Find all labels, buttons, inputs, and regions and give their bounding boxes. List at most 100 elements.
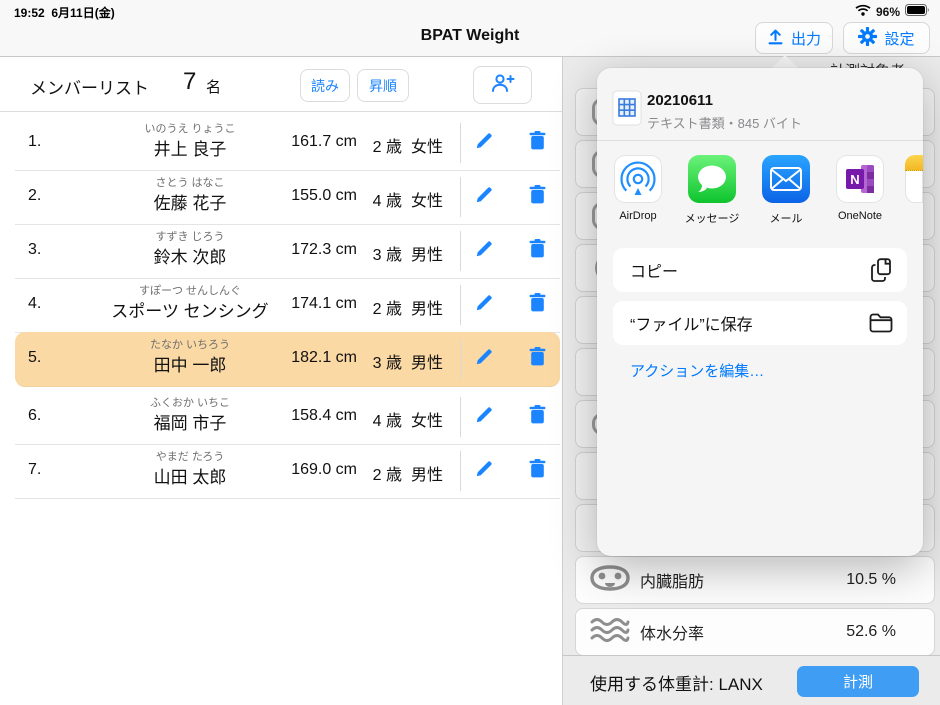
edit-actions-link[interactable]: アクションを編集… [630, 360, 764, 381]
trash-icon [529, 239, 546, 263]
share-target-label: OneNote [829, 210, 891, 222]
visceral-fat-icon [589, 564, 631, 597]
delete-member-button[interactable] [522, 290, 552, 320]
share-target-label: メール [755, 210, 817, 226]
edit-member-button[interactable] [469, 344, 499, 374]
member-height: 174.1 cm [257, 295, 357, 313]
messages-icon [688, 155, 736, 203]
delete-member-button[interactable] [522, 182, 552, 212]
delete-member-button[interactable] [522, 344, 552, 374]
member-height: 161.7 cm [257, 133, 357, 151]
status-date: 6月11日(金) [51, 6, 114, 20]
member-number: 2. [28, 187, 41, 205]
member-height: 172.3 cm [257, 241, 357, 259]
person-add-icon [491, 73, 515, 98]
member-gender: 女性 [405, 133, 443, 157]
battery-icon [905, 4, 930, 19]
member-age: 2 歳 [360, 295, 402, 319]
body-water-icon [590, 615, 630, 650]
trash-icon [529, 293, 546, 317]
status-time: 19:52 [14, 6, 45, 20]
share-target-airdrop[interactable]: AirDrop [607, 155, 669, 222]
share-file-meta: テキスト書類・845 バイト [647, 113, 802, 132]
trash-icon [529, 459, 546, 483]
notes-icon-top [905, 155, 923, 171]
delete-member-button[interactable] [522, 456, 552, 486]
trash-icon [529, 185, 546, 209]
notes-icon-partial[interactable] [905, 155, 923, 203]
measurement-label: 内臓脂肪 [640, 568, 704, 592]
member-count: 7 [183, 68, 196, 96]
row-divider [460, 177, 461, 217]
edit-member-button[interactable] [469, 236, 499, 266]
pencil-icon [475, 186, 493, 209]
measurement-value: 52.6 % [846, 623, 896, 641]
member-number: 1. [28, 133, 41, 151]
row-divider [460, 285, 461, 325]
member-row-7[interactable]: 7. やまだ たろう山田 太郎 169.0 cm 2 歳 男性 [15, 444, 560, 499]
member-row-5-selected[interactable]: 5. たなか いちろう田中 一郎 182.1 cm 3 歳 男性 [15, 332, 560, 387]
edit-member-button[interactable] [469, 456, 499, 486]
row-divider [460, 397, 461, 437]
svg-text:N: N [850, 172, 859, 187]
status-time-date: 19:52 6月11日(金) [14, 4, 115, 21]
sort-ascending-button[interactable]: 昇順 [357, 69, 409, 102]
edit-member-button[interactable] [469, 402, 499, 432]
member-gender: 女性 [405, 187, 443, 211]
delete-member-button[interactable] [522, 402, 552, 432]
app-window: 19:52 6月11日(金) 96% BPAT Weight 出力 設定 メンバ… [0, 0, 940, 705]
copy-action-row[interactable]: コピー [613, 248, 907, 292]
copy-icon [871, 258, 893, 282]
member-number: 3. [28, 241, 41, 259]
delete-member-button[interactable] [522, 236, 552, 266]
add-member-button[interactable] [473, 66, 532, 104]
delete-member-button[interactable] [522, 128, 552, 158]
member-age: 3 歳 [360, 241, 402, 265]
top-header: 19:52 6月11日(金) 96% BPAT Weight 出力 設定 [0, 0, 940, 57]
edit-member-button[interactable] [469, 182, 499, 212]
member-row-4[interactable]: 4. すぽーつ せんしんぐスポーツ センシング 174.1 cm 2 歳 男性 [15, 278, 560, 333]
share-sheet-popover: 20210611 テキスト書類・845 バイト AirDrop メッセージ メー… [597, 68, 923, 556]
member-list-header: メンバーリスト 7 名 読み 昇順 [0, 57, 562, 112]
edit-member-button[interactable] [469, 128, 499, 158]
airdrop-icon [614, 155, 662, 203]
popover-arrow [771, 55, 799, 69]
settings-button[interactable]: 設定 [843, 22, 930, 54]
pencil-icon [475, 294, 493, 317]
member-row-2[interactable]: 2. さとう はなこ佐藤 花子 155.0 cm 4 歳 女性 [15, 170, 560, 225]
member-number: 4. [28, 295, 41, 313]
share-target-label: AirDrop [607, 210, 669, 222]
member-row-1[interactable]: 1. いのうえ りょうこ井上 良子 161.7 cm 2 歳 女性 [15, 116, 560, 171]
export-button-label: 出力 [791, 28, 821, 49]
measure-button[interactable]: 計測 [797, 666, 919, 697]
member-row-3[interactable]: 3. すずき じろう鈴木 次郎 172.3 cm 3 歳 男性 [15, 224, 560, 279]
pencil-icon [475, 132, 493, 155]
battery-percent-label: 96% [876, 5, 900, 19]
export-button[interactable]: 出力 [755, 22, 833, 54]
row-divider [460, 339, 461, 379]
panel-divider [562, 56, 563, 705]
member-height: 182.1 cm [257, 349, 357, 367]
member-number: 5. [28, 349, 41, 367]
trash-icon [529, 405, 546, 429]
save-to-files-action-row[interactable]: “ファイル”に保存 [613, 301, 907, 345]
mail-icon [762, 155, 810, 203]
edit-member-button[interactable] [469, 290, 499, 320]
member-row-6[interactable]: 6. ふくおか いちこ福岡 市子 158.4 cm 4 歳 女性 [15, 390, 560, 445]
onenote-icon: N [836, 155, 884, 203]
trash-icon [529, 347, 546, 371]
share-file-name: 20210611 [647, 92, 713, 109]
share-target-onenote[interactable]: N OneNote [829, 155, 891, 222]
save-to-files-label: “ファイル”に保存 [630, 311, 753, 335]
share-target-mail[interactable]: メール [755, 155, 817, 226]
measurement-label: 体水分率 [640, 620, 704, 644]
member-age: 3 歳 [360, 349, 402, 373]
member-gender: 男性 [405, 461, 443, 485]
folder-icon [869, 313, 893, 333]
member-list-panel: メンバーリスト 7 名 読み 昇順 1. いのうえ りょうこ井上 良子 161.… [0, 57, 562, 705]
member-number: 6. [28, 407, 41, 425]
pencil-icon [475, 460, 493, 483]
upload-icon [767, 28, 784, 49]
sort-by-reading-button[interactable]: 読み [300, 69, 350, 102]
share-target-messages[interactable]: メッセージ [681, 155, 743, 226]
